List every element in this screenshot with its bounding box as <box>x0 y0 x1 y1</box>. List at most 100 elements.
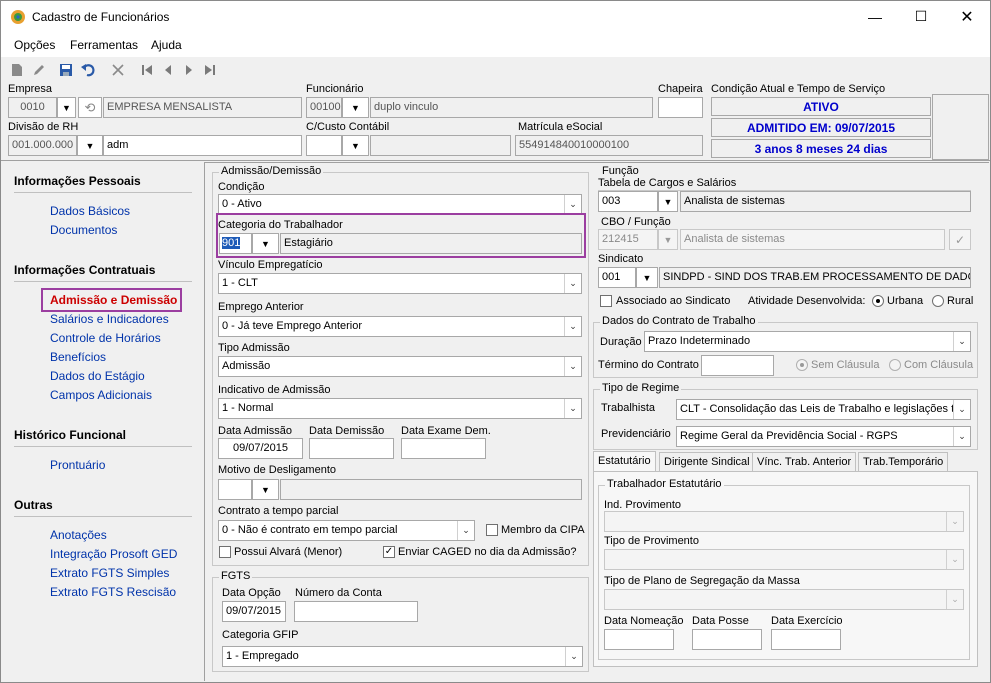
alvara-label: Possui Alvará (Menor) <box>234 546 343 558</box>
nav-horarios[interactable]: Controle de Horários <box>50 331 161 345</box>
previdenciario-select[interactable]: Regime Geral da Previdência Social - RGP… <box>676 426 971 447</box>
empresa-dropdown-button[interactable]: ▼ <box>57 97 76 118</box>
close-button[interactable]: ✕ <box>944 1 990 32</box>
undo-icon[interactable] <box>80 61 98 79</box>
data-demissao-input[interactable] <box>309 438 394 459</box>
edit-icon[interactable] <box>30 61 48 79</box>
ccusto-dropdown-button[interactable]: ▼ <box>342 135 369 156</box>
cbo-code-input[interactable]: 212415 <box>598 229 658 250</box>
duracao-value: Prazo Indeterminado <box>648 335 751 347</box>
next-record-icon[interactable] <box>180 61 198 79</box>
nav-separator-2 <box>14 281 192 282</box>
tipo-plano-select[interactable]: ⌄ <box>604 589 964 610</box>
rural-radio[interactable] <box>932 295 944 307</box>
funcionario-dropdown-button[interactable]: ▼ <box>342 97 369 118</box>
menu-ajuda[interactable]: Ajuda <box>151 38 182 52</box>
vinculo-select[interactable]: 1 - CLT ⌄ <box>218 273 582 294</box>
alvara-checkbox[interactable] <box>219 546 231 558</box>
motivo-code-input[interactable] <box>218 479 252 500</box>
numero-conta-label: Número da Conta <box>295 587 382 599</box>
nav-salarios[interactable]: Salários e Indicadores <box>50 312 169 326</box>
data-nomeacao-input[interactable] <box>604 629 674 650</box>
trabalhista-select[interactable]: CLT - Consolidação das Leis de Trabalho … <box>676 399 971 420</box>
matricula-label: Matrícula eSocial <box>518 121 603 133</box>
minimize-button[interactable]: — <box>852 1 898 32</box>
nav-documentos[interactable]: Documentos <box>50 223 117 237</box>
nav-anotacoes[interactable]: Anotações <box>50 528 107 542</box>
tipo-provimento-select[interactable]: ⌄ <box>604 549 964 570</box>
nav-prontuario[interactable]: Prontuário <box>50 458 105 472</box>
empresa-code-input[interactable]: 0010 <box>8 97 57 118</box>
data-posse-input[interactable] <box>692 629 762 650</box>
nav-admissao-demissao[interactable]: Admissão e Demissão <box>50 293 177 307</box>
categoria-dropdown-button[interactable]: ▼ <box>252 233 279 254</box>
categoria-code-input[interactable]: 901 <box>219 233 252 254</box>
nav-estagio[interactable]: Dados do Estágio <box>50 369 145 383</box>
sem-clausula-label: Sem Cláusula <box>811 359 880 371</box>
tab-trab-temporario[interactable]: Trab.Temporário <box>858 452 949 472</box>
new-document-icon[interactable] <box>8 61 26 79</box>
first-record-icon[interactable] <box>138 61 156 79</box>
tabela-code-input[interactable]: 003 <box>598 191 658 212</box>
data-opcao-input[interactable]: 09/07/2015 <box>222 601 286 622</box>
associado-checkbox[interactable] <box>600 295 612 307</box>
nav-ged[interactable]: Integração Prosoft GED <box>50 547 177 561</box>
previous-record-icon[interactable] <box>159 61 177 79</box>
data-exame-input[interactable] <box>401 438 486 459</box>
sindicato-code-input[interactable]: 001 <box>598 267 636 288</box>
motivo-name-field <box>280 479 582 500</box>
duracao-select[interactable]: Prazo Indeterminado ⌄ <box>644 331 971 352</box>
regime-group-title: Tipo de Regime <box>600 382 682 394</box>
nav-dados-basicos[interactable]: Dados Básicos <box>50 204 130 218</box>
rural-label: Rural <box>947 295 974 307</box>
tab-dirigente-sindical[interactable]: Dirigente Sindical <box>659 452 755 472</box>
photo-frame[interactable] <box>932 94 989 160</box>
numero-conta-input[interactable] <box>294 601 418 622</box>
membro-cipa-checkbox[interactable] <box>486 524 498 536</box>
ind-provimento-select[interactable]: ⌄ <box>604 511 964 532</box>
nav-beneficios[interactable]: Benefícios <box>50 350 106 364</box>
termino-input[interactable] <box>701 355 774 376</box>
nav-adicionais[interactable]: Campos Adicionais <box>50 388 152 402</box>
urbana-radio[interactable] <box>872 295 884 307</box>
data-exercicio-input[interactable] <box>771 629 841 650</box>
divisao-label: Divisão de RH <box>8 121 79 133</box>
categoria-gfip-select[interactable]: 1 - Empregado ⌄ <box>222 646 583 667</box>
associado-label: Associado ao Sindicato <box>616 295 731 307</box>
funcionario-code-input[interactable]: 00100 <box>306 97 342 118</box>
last-record-icon[interactable] <box>201 61 219 79</box>
divisao-code-input[interactable]: 001.000.000 <box>8 135 77 156</box>
data-posse-label: Data Posse <box>692 615 749 627</box>
tipo-plano-label: Tipo de Plano de Segregação da Massa <box>604 575 800 587</box>
tabela-dropdown-button[interactable]: ▼ <box>658 191 678 212</box>
nav-fgts-simples[interactable]: Extrato FGTS Simples <box>50 566 169 580</box>
caged-checkbox[interactable]: ✓ <box>383 546 395 558</box>
motivo-dropdown-button[interactable]: ▼ <box>252 479 279 500</box>
save-icon[interactable] <box>57 61 75 79</box>
chapeira-input[interactable] <box>658 97 703 118</box>
menu-ferramentas[interactable]: Ferramentas <box>70 38 138 52</box>
com-clausula-radio[interactable] <box>889 359 901 371</box>
contrato-parcial-select[interactable]: 0 - Não é contrato em tempo parcial ⌄ <box>218 520 475 541</box>
delete-icon[interactable] <box>109 61 127 79</box>
chevron-down-icon: ⌄ <box>457 521 474 540</box>
checkmark-icon[interactable]: ✓ <box>949 229 971 250</box>
tipo-admissao-select[interactable]: Admissão ⌄ <box>218 356 582 377</box>
chevron-down-icon: ⌄ <box>564 399 581 418</box>
sem-clausula-radio[interactable] <box>796 359 808 371</box>
nav-fgts-rescisao[interactable]: Extrato FGTS Rescisão <box>50 585 176 599</box>
cbo-label: CBO / Função <box>601 216 671 228</box>
emprego-anterior-select[interactable]: 0 - Já teve Emprego Anterior ⌄ <box>218 316 582 337</box>
condicao-select[interactable]: 0 - Ativo ⌄ <box>218 194 582 215</box>
tab-estatutario[interactable]: Estatutário <box>593 451 656 473</box>
indicativo-select[interactable]: 1 - Normal ⌄ <box>218 398 582 419</box>
data-admissao-input[interactable]: 09/07/2015 <box>218 438 303 459</box>
cbo-dropdown-button[interactable]: ▼ <box>658 229 678 250</box>
divisao-dropdown-button[interactable]: ▼ <box>77 135 103 156</box>
maximize-button[interactable]: ☐ <box>898 1 944 32</box>
sindicato-dropdown-button[interactable]: ▼ <box>636 267 658 288</box>
menu-opcoes[interactable]: Opções <box>14 38 55 52</box>
tab-vinc-trab-anterior[interactable]: Vínc. Trab. Anterior <box>752 452 857 472</box>
ccusto-code-input[interactable] <box>306 135 342 156</box>
empresa-refresh-icon[interactable]: ⟲ <box>78 97 102 118</box>
